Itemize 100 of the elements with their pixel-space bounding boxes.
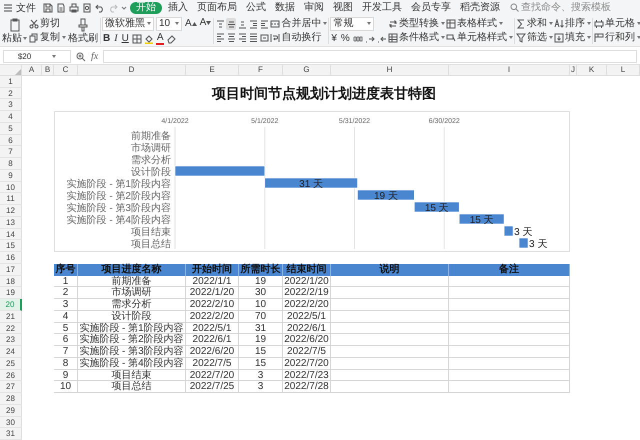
menu-icon[interactable] (3, 2, 13, 13)
currency-button[interactable]: ¥ (330, 32, 338, 45)
row-header[interactable]: 15 (0, 240, 22, 252)
row-header[interactable]: 21 (0, 310, 22, 322)
font-size-field[interactable]: 10 (156, 16, 182, 31)
column-header[interactable]: B (42, 64, 54, 76)
file-menu[interactable]: 文件 (16, 0, 36, 15)
row-header[interactable]: 2 (0, 88, 22, 100)
align-button[interactable] (215, 31, 226, 44)
undo-icon[interactable] (95, 2, 105, 13)
row-header[interactable]: 4 (0, 111, 22, 123)
column-header[interactable]: C (54, 64, 78, 76)
row-header[interactable]: 7 (0, 146, 22, 158)
row-header[interactable]: 12 (0, 205, 22, 217)
ribbon-tab[interactable]: 插入 (165, 2, 191, 14)
grow-font-button[interactable]: A (184, 18, 198, 30)
preview-icon[interactable] (82, 2, 92, 13)
row-header[interactable]: 9 (0, 170, 22, 182)
column-header[interactable]: G (283, 64, 331, 76)
row-header[interactable]: 6 (0, 134, 22, 146)
name-box[interactable]: $20 (3, 50, 71, 64)
increase-decimal-icon[interactable] (364, 34, 375, 44)
column-header[interactable]: F (239, 64, 283, 76)
align-button[interactable] (259, 18, 270, 30)
cut-button[interactable]: 剪切 (29, 18, 66, 30)
number-format-field[interactable]: 常规 (330, 16, 374, 31)
shrink-font-button[interactable]: A (198, 17, 212, 30)
bold-button[interactable]: B (102, 32, 112, 45)
ribbon-tab[interactable]: 开发工具 (359, 2, 405, 14)
font-field[interactable]: 微软雅黑 (102, 16, 154, 31)
percent-button[interactable]: % (340, 32, 351, 45)
copy-button[interactable]: 复制 (29, 32, 66, 44)
paste-button[interactable]: 粘贴 (1, 16, 28, 45)
ribbon-tab[interactable]: 数据 (272, 2, 298, 14)
column-header[interactable]: D (78, 64, 186, 76)
row-header[interactable]: 29 (0, 404, 22, 416)
row-header[interactable]: 18 (0, 276, 22, 288)
ribbon-tab[interactable]: 页面布局 (194, 2, 240, 14)
row-header[interactable]: 25 (0, 358, 22, 370)
row-header[interactable]: 19 (0, 287, 22, 299)
row-header[interactable]: 23 (0, 334, 22, 346)
row-header[interactable]: 5 (0, 122, 22, 134)
row-header[interactable]: 8 (0, 158, 22, 170)
formula-input[interactable] (103, 50, 637, 64)
ribbon-tab[interactable]: 视图 (330, 2, 356, 14)
row-header[interactable]: 24 (0, 346, 22, 358)
underline-button[interactable]: U (120, 32, 130, 45)
format-painter-button[interactable]: 格式刷 (67, 16, 99, 45)
rows-columns-button[interactable]: 行和列 (594, 32, 640, 44)
align-button[interactable] (248, 31, 258, 44)
row-header[interactable]: 30 (0, 416, 22, 428)
filter-button[interactable]: 筛选 (516, 32, 553, 44)
row-header[interactable]: 10 (0, 182, 22, 194)
border-icon[interactable] (132, 34, 142, 44)
column-header[interactable]: A (22, 64, 42, 76)
sum-button[interactable]: 求和 (516, 18, 553, 30)
function-button[interactable]: fx (91, 51, 98, 62)
row-header[interactable]: 28 (0, 393, 22, 405)
eraser-icon[interactable] (166, 34, 176, 44)
row-header[interactable]: 27 (0, 381, 22, 393)
ribbon-tab[interactable]: 公式 (243, 2, 269, 14)
ribbon-tab[interactable]: 稻壳资源 (457, 2, 503, 14)
font-color-button[interactable]: A (156, 32, 164, 45)
align-button[interactable] (237, 31, 248, 44)
align-button[interactable] (215, 18, 226, 30)
column-header[interactable]: K (577, 64, 607, 76)
conditional-format-button[interactable]: 条件格式 (388, 32, 445, 44)
ribbon-tab[interactable]: 会员专享 (408, 2, 454, 14)
column-header[interactable]: H (331, 64, 449, 76)
column-header[interactable]: E (186, 64, 239, 76)
table-style-button[interactable]: 表格样式 (446, 18, 513, 30)
column-header[interactable]: I (449, 64, 570, 76)
italic-button[interactable]: I (113, 32, 119, 45)
row-header[interactable]: 22 (0, 322, 22, 334)
type-convert-button[interactable]: 类型转换 (388, 18, 445, 30)
fill-bucket-icon[interactable] (144, 34, 154, 44)
wrap-text-button[interactable]: 自动换行 (270, 32, 328, 44)
row-header[interactable]: 26 (0, 370, 22, 382)
row-header[interactable]: 16 (0, 252, 22, 264)
save-icon[interactable] (43, 2, 53, 13)
row-header[interactable]: 11 (0, 193, 22, 205)
column-header[interactable]: L (607, 64, 640, 76)
search-field[interactable]: 查找命令、搜索模板 (510, 2, 637, 14)
zoom-icon[interactable] (76, 52, 86, 62)
decrease-decimal-icon[interactable] (376, 34, 387, 44)
align-button[interactable] (226, 31, 236, 44)
row-header[interactable]: 1 (0, 76, 22, 88)
column-header[interactable]: J (570, 64, 577, 76)
align-button[interactable] (248, 18, 258, 30)
thousands-icon[interactable] (352, 34, 363, 44)
document-icon[interactable] (56, 2, 66, 13)
row-header[interactable]: 31 (0, 428, 22, 440)
ribbon-tab[interactable]: 审阅 (301, 2, 327, 14)
row-header[interactable]: 17 (0, 264, 22, 276)
row-header[interactable]: 14 (0, 228, 22, 240)
align-button[interactable] (226, 18, 236, 30)
row-header[interactable]: 13 (0, 216, 22, 228)
cells-button[interactable]: 单元格 (594, 18, 640, 30)
row-header[interactable]: 3 (0, 99, 22, 111)
print-icon[interactable] (69, 2, 79, 13)
